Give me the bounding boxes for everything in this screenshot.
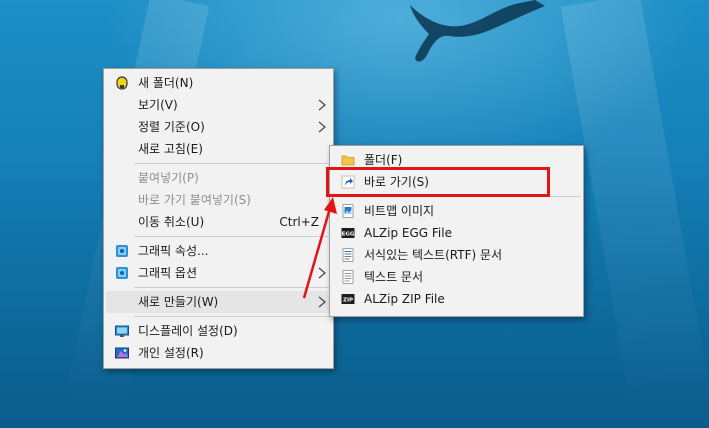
- menu-item-label: 새로 만들기(W): [138, 295, 219, 309]
- menu-separator: [134, 316, 331, 317]
- menu-item-label: 새로 고침(E): [138, 142, 203, 156]
- display-settings-icon: [115, 325, 129, 337]
- desktop-context-menu: 새 폴더(N) 보기(V) 정렬 기준(O) 새로 고침(E) 붙여넣기(P) …: [103, 68, 334, 369]
- zip-badge: ZIP: [343, 298, 353, 304]
- menu-item-label: 비트맵 이미지: [364, 204, 435, 218]
- menu-item-label: 이동 취소(U): [138, 215, 205, 229]
- menu-item-sort-by[interactable]: 정렬 기준(O): [106, 116, 331, 138]
- menu-item-undo-move[interactable]: 이동 취소(U) Ctrl+Z: [106, 211, 331, 233]
- menu-separator: [134, 236, 331, 237]
- bitmap-icon: [342, 204, 354, 218]
- menu-separator: [134, 163, 331, 164]
- submenu-item-alzip-zip[interactable]: ZIP ALZip ZIP File: [332, 288, 581, 310]
- menu-item-label: 디스플레이 설정(D): [138, 324, 238, 338]
- submenu-item-text-document[interactable]: 텍스트 문서: [332, 266, 581, 288]
- menu-item-personalize[interactable]: 개인 설정(R): [106, 342, 331, 364]
- menu-item-view[interactable]: 보기(V): [106, 94, 331, 116]
- chevron-right-icon: [318, 296, 326, 308]
- graphics-properties-icon: [116, 245, 128, 257]
- menu-item-paste[interactable]: 붙여넣기(P): [106, 167, 331, 189]
- menu-item-label: 텍스트 문서: [364, 270, 424, 284]
- menu-item-paste-shortcut[interactable]: 바로 가기 붙여넣기(S): [106, 189, 331, 211]
- menu-item-label: 새 폴더(N): [138, 76, 194, 90]
- text-document-icon: [342, 270, 354, 284]
- submenu-item-alzip-egg[interactable]: EGG ALZip EGG File: [332, 222, 581, 244]
- personalize-icon: [115, 347, 129, 359]
- menu-item-label: 바로 가기 붙여넣기(S): [138, 193, 251, 207]
- graphics-options-icon: [116, 267, 128, 279]
- menu-item-label: 서식있는 텍스트(RTF) 문서: [364, 248, 503, 262]
- chevron-right-icon: [318, 99, 326, 111]
- menu-item-label: ALZip ZIP File: [364, 292, 445, 306]
- folder-icon: [341, 155, 355, 166]
- swimmer-silhouette: [410, 0, 545, 62]
- menu-item-label: 그래픽 옵션: [138, 266, 198, 280]
- menu-item-label: 그래픽 속성...: [138, 244, 209, 258]
- chevron-right-icon: [318, 267, 326, 279]
- submenu-item-bitmap[interactable]: 비트맵 이미지: [332, 200, 581, 222]
- zip-file-icon: ZIP: [341, 294, 355, 304]
- lock-icon: [116, 76, 128, 90]
- menu-item-label: 정렬 기준(O): [138, 120, 205, 134]
- menu-item-new[interactable]: 새로 만들기(W): [106, 291, 331, 313]
- egg-file-icon: EGG: [341, 228, 355, 238]
- submenu-item-rtf-document[interactable]: 서식있는 텍스트(RTF) 문서: [332, 244, 581, 266]
- menu-separator: [134, 287, 331, 288]
- menu-item-label: 개인 설정(R): [138, 346, 204, 360]
- menu-item-new-folder[interactable]: 새 폴더(N): [106, 72, 331, 94]
- rtf-document-icon: [342, 248, 354, 262]
- menu-item-display-settings[interactable]: 디스플레이 설정(D): [106, 320, 331, 342]
- menu-item-label: 붙여넣기(P): [138, 171, 199, 185]
- menu-item-label: ALZip EGG File: [364, 226, 452, 240]
- highlight-box: [326, 167, 550, 197]
- menu-item-label: 보기(V): [138, 98, 178, 112]
- menu-item-shortcut-key: Ctrl+Z: [279, 215, 319, 229]
- menu-item-refresh[interactable]: 새로 고침(E): [106, 138, 331, 160]
- chevron-right-icon: [318, 121, 326, 133]
- menu-item-graphics-options[interactable]: 그래픽 옵션: [106, 262, 331, 284]
- egg-badge: EGG: [342, 232, 355, 238]
- menu-item-graphics-properties[interactable]: 그래픽 속성...: [106, 240, 331, 262]
